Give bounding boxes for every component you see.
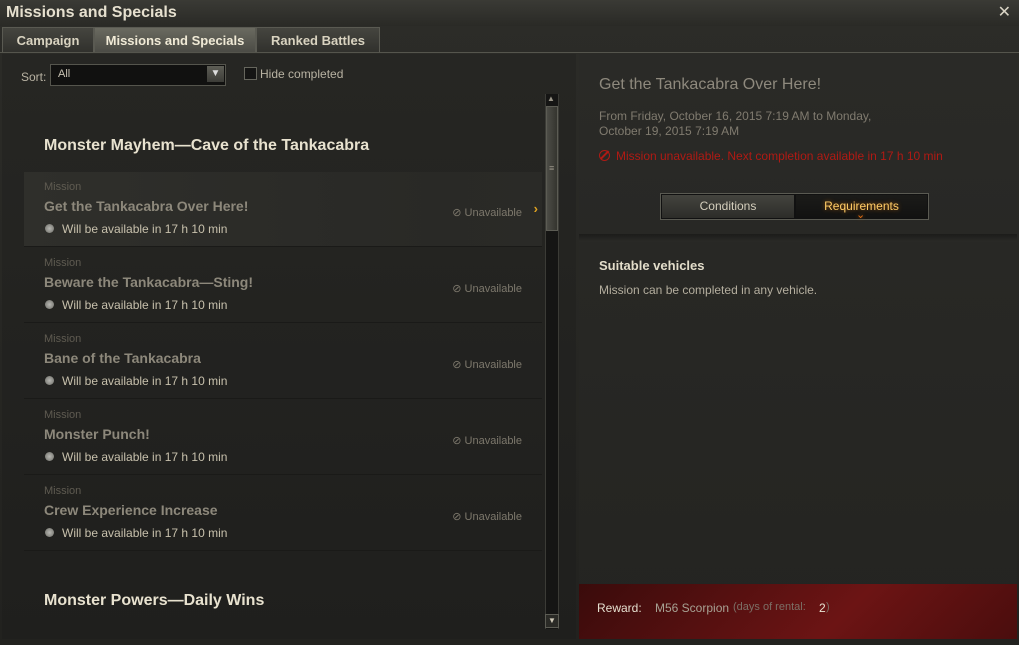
scroll-up-icon[interactable]: ▲ xyxy=(545,94,557,104)
mission-name: Bane of the Tankacabra xyxy=(44,350,201,366)
mission-availability: Will be available in 17 h 10 min xyxy=(62,222,228,236)
mission-name: Get the Tankacabra Over Here! xyxy=(44,198,249,214)
tab-bar: Campaign Missions and Specials Ranked Ba… xyxy=(0,27,1019,53)
group-title[interactable]: Monster Mayhem—Cave of the Tankacabra xyxy=(44,137,369,155)
window-title: Missions and Specials xyxy=(6,4,177,21)
status-text: Unavailable xyxy=(464,359,522,371)
mission-list: Monster Mayhem—Cave of the Tankacabra Mi… xyxy=(2,94,576,639)
status-unavailable: ⊘ Unavailable xyxy=(452,358,522,371)
rental-close: ) xyxy=(826,601,830,613)
mission-kind: Mission xyxy=(44,333,82,345)
unavailable-icon: ⊘ xyxy=(452,283,462,295)
hide-completed-checkbox[interactable] xyxy=(244,67,257,80)
unavailable-icon: ⊘ xyxy=(452,435,462,447)
warning-message: Mission unavailable. Next completion ava… xyxy=(599,149,943,163)
timer-icon xyxy=(45,376,54,385)
section-divider xyxy=(579,234,1017,242)
timer-icon xyxy=(45,528,54,537)
tab-missions-and-specials[interactable]: Missions and Specials xyxy=(94,27,256,53)
status-unavailable: ⊘ Unavailable xyxy=(452,282,522,295)
mission-name: Monster Punch! xyxy=(44,426,150,442)
suitable-vehicles-title: Suitable vehicles xyxy=(599,258,705,273)
close-icon[interactable]: ✕ xyxy=(998,2,1011,22)
rental-days: 2 xyxy=(819,601,826,615)
mission-kind: Mission xyxy=(44,485,82,497)
prohibited-icon xyxy=(599,150,610,161)
detail-title: Get the Tankacabra Over Here! xyxy=(599,76,822,93)
chevron-down-icon[interactable]: ▼ xyxy=(207,66,224,82)
scroll-down-icon[interactable]: ▼ xyxy=(545,614,559,628)
status-text: Unavailable xyxy=(464,511,522,523)
mission-row[interactable]: Mission Get the Tankacabra Over Here! Wi… xyxy=(24,172,542,247)
mission-kind: Mission xyxy=(44,409,82,421)
mission-list-pane: Sort: All ▼ Hide completed Monster Mayhe… xyxy=(2,54,576,639)
reward-label: Reward: xyxy=(597,601,642,615)
warning-text: Mission unavailable. Next completion ava… xyxy=(616,149,943,163)
sort-value: All xyxy=(58,68,71,80)
mission-row[interactable]: Mission Crew Experience Increase Will be… xyxy=(24,476,542,551)
title-bar: Missions and Specials ✕ xyxy=(0,0,1019,26)
requirements-button[interactable]: Requirements xyxy=(796,195,927,227)
mission-kind: Mission xyxy=(44,257,82,269)
status-unavailable: ⊘ Unavailable xyxy=(452,510,522,523)
mission-detail-pane: Get the Tankacabra Over Here! From Frida… xyxy=(579,54,1017,639)
status-text: Unavailable xyxy=(464,283,522,295)
detail-toggle: Conditions Requirements xyxy=(660,193,929,227)
mission-kind: Mission xyxy=(44,181,82,193)
suitable-vehicles-text: Mission can be completed in any vehicle. xyxy=(599,283,818,297)
sort-label: Sort: xyxy=(21,70,47,84)
mission-availability: Will be available in 17 h 10 min xyxy=(62,450,228,464)
conditions-button[interactable]: Conditions xyxy=(662,195,794,218)
mission-name: Crew Experience Increase xyxy=(44,502,218,518)
mission-period: From Friday, October 16, 2015 7:19 AM to… xyxy=(599,109,872,138)
unavailable-icon: ⊘ xyxy=(452,511,462,523)
unavailable-icon: ⊘ xyxy=(452,359,462,371)
status-text: Unavailable xyxy=(464,435,522,447)
chevron-right-icon: › xyxy=(533,201,538,216)
tab-ranked-battles[interactable]: Ranked Battles xyxy=(256,27,380,53)
rental-label: (days of rental: xyxy=(733,601,806,613)
mission-name: Beware the Tankacabra—Sting! xyxy=(44,274,254,290)
mission-row[interactable]: Mission Bane of the Tankacabra Will be a… xyxy=(24,324,542,399)
hide-completed-label[interactable]: Hide completed xyxy=(260,67,343,81)
sort-dropdown[interactable]: All ▼ xyxy=(50,64,226,86)
timer-icon xyxy=(45,224,54,233)
status-unavailable: ⊘ Unavailable xyxy=(452,434,522,447)
timer-icon xyxy=(45,300,54,309)
mission-row[interactable]: Mission Beware the Tankacabra—Sting! Wil… xyxy=(24,248,542,323)
timer-icon xyxy=(45,452,54,461)
mission-availability: Will be available in 17 h 10 min xyxy=(62,374,228,388)
group-title[interactable]: Monster Powers—Daily Wins xyxy=(44,592,264,610)
mission-row[interactable]: Mission Monster Punch! Will be available… xyxy=(24,400,542,475)
mission-availability: Will be available in 17 h 10 min xyxy=(62,298,228,312)
status-text: Unavailable xyxy=(464,207,522,219)
mission-availability: Will be available in 17 h 10 min xyxy=(62,526,228,540)
tab-campaign[interactable]: Campaign xyxy=(2,27,94,53)
reward-bar: Reward: M56 Scorpion (days of rental: 2 … xyxy=(579,584,1017,639)
tab-divider xyxy=(0,52,1019,53)
grip-icon: ≡ xyxy=(549,163,555,173)
missions-window: Missions and Specials ✕ Campaign Mission… xyxy=(0,0,1019,645)
status-unavailable: ⊘ Unavailable xyxy=(452,206,522,219)
reward-vehicle[interactable]: M56 Scorpion xyxy=(655,601,729,615)
unavailable-icon: ⊘ xyxy=(452,207,462,219)
